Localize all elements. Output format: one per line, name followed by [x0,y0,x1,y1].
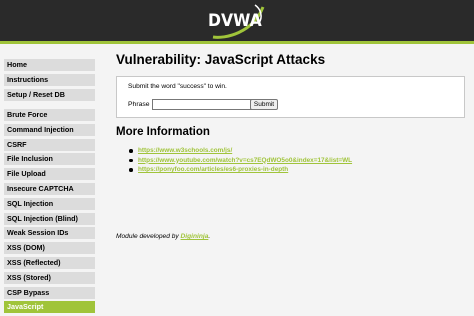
instruction-text: Submit the word "success" to win. [128,83,227,90]
sidebar-group-vulnerabilities: Brute Force Command Injection CSRF File Inc… [4,109,95,316]
list-item: https://www.w3schools.com/js/ [129,146,352,156]
sidebar-item-xss-reflected[interactable]: XSS (Reflected) [4,256,95,270]
list-item: https://ponyfoo.com/articles/es6-proxies… [129,165,352,175]
main-content: Vulnerability: JavaScript Attacks Submit… [116,52,470,240]
sidebar-item-setup-reset-db[interactable]: Setup / Reset DB [4,88,95,102]
sidebar-item-file-upload[interactable]: File Upload [4,168,95,182]
sidebar-group-main: Home Instructions Setup / Reset DB [4,59,95,103]
sidebar-item-sql-injection-blind[interactable]: SQL Injection (Blind) [4,212,95,226]
sidebar-item-insecure-captcha[interactable]: Insecure CAPTCHA [4,182,95,196]
vulnerability-box: Submit the word "success" to win. Phrase… [116,76,465,118]
credit-suffix: . [208,233,211,240]
more-information-heading: More Information [116,126,210,138]
sidebar-item-command-injection[interactable]: Command Injection [4,123,95,137]
link-w3schools[interactable]: https://www.w3schools.com/js/ [138,147,232,154]
sidebar-item-csrf[interactable]: CSRF [4,138,95,152]
submit-button[interactable]: Submit [250,99,278,110]
sidebar: Home Instructions Setup / Reset DB Brute F… [0,47,104,315]
credit-author-link[interactable]: Digininja [181,233,209,240]
sidebar-item-sql-injection[interactable]: SQL Injection [4,197,95,211]
sidebar-item-instructions[interactable]: Instructions [4,73,95,87]
sidebar-item-xss-dom[interactable]: XSS (DOM) [4,242,95,256]
credit-prefix: Module developed by [116,233,181,240]
header-bar: DVWA [0,0,474,44]
sidebar-item-weak-session-ids[interactable]: Weak Session IDs [4,227,95,241]
more-information-links: https://www.w3schools.com/js/ https://ww… [129,146,352,175]
link-ponyfoo[interactable]: https://ponyfoo.com/articles/es6-proxies… [138,166,288,173]
dvwa-logo-text[interactable]: DVWA [208,11,262,31]
sidebar-item-home[interactable]: Home [4,59,95,72]
sidebar-item-javascript[interactable]: JavaScript [4,301,95,315]
sidebar-item-xss-stored[interactable]: XSS (Stored) [4,271,95,285]
link-youtube[interactable]: https://www.youtube.com/watch?v=cs7EQdWO… [138,157,352,164]
sidebar-item-csp-bypass[interactable]: CSP Bypass [4,286,95,300]
sidebar-item-brute-force[interactable]: Brute Force [4,109,95,122]
page-title: Vulnerability: JavaScript Attacks [116,52,326,67]
list-item: https://www.youtube.com/watch?v=cs7EQdWO… [129,156,352,166]
phrase-input[interactable] [152,99,253,110]
module-credit: Module developed by Digininja. [116,233,210,240]
phrase-label: Phrase [128,101,150,108]
sidebar-item-file-inclusion[interactable]: File Inclusion [4,153,95,167]
